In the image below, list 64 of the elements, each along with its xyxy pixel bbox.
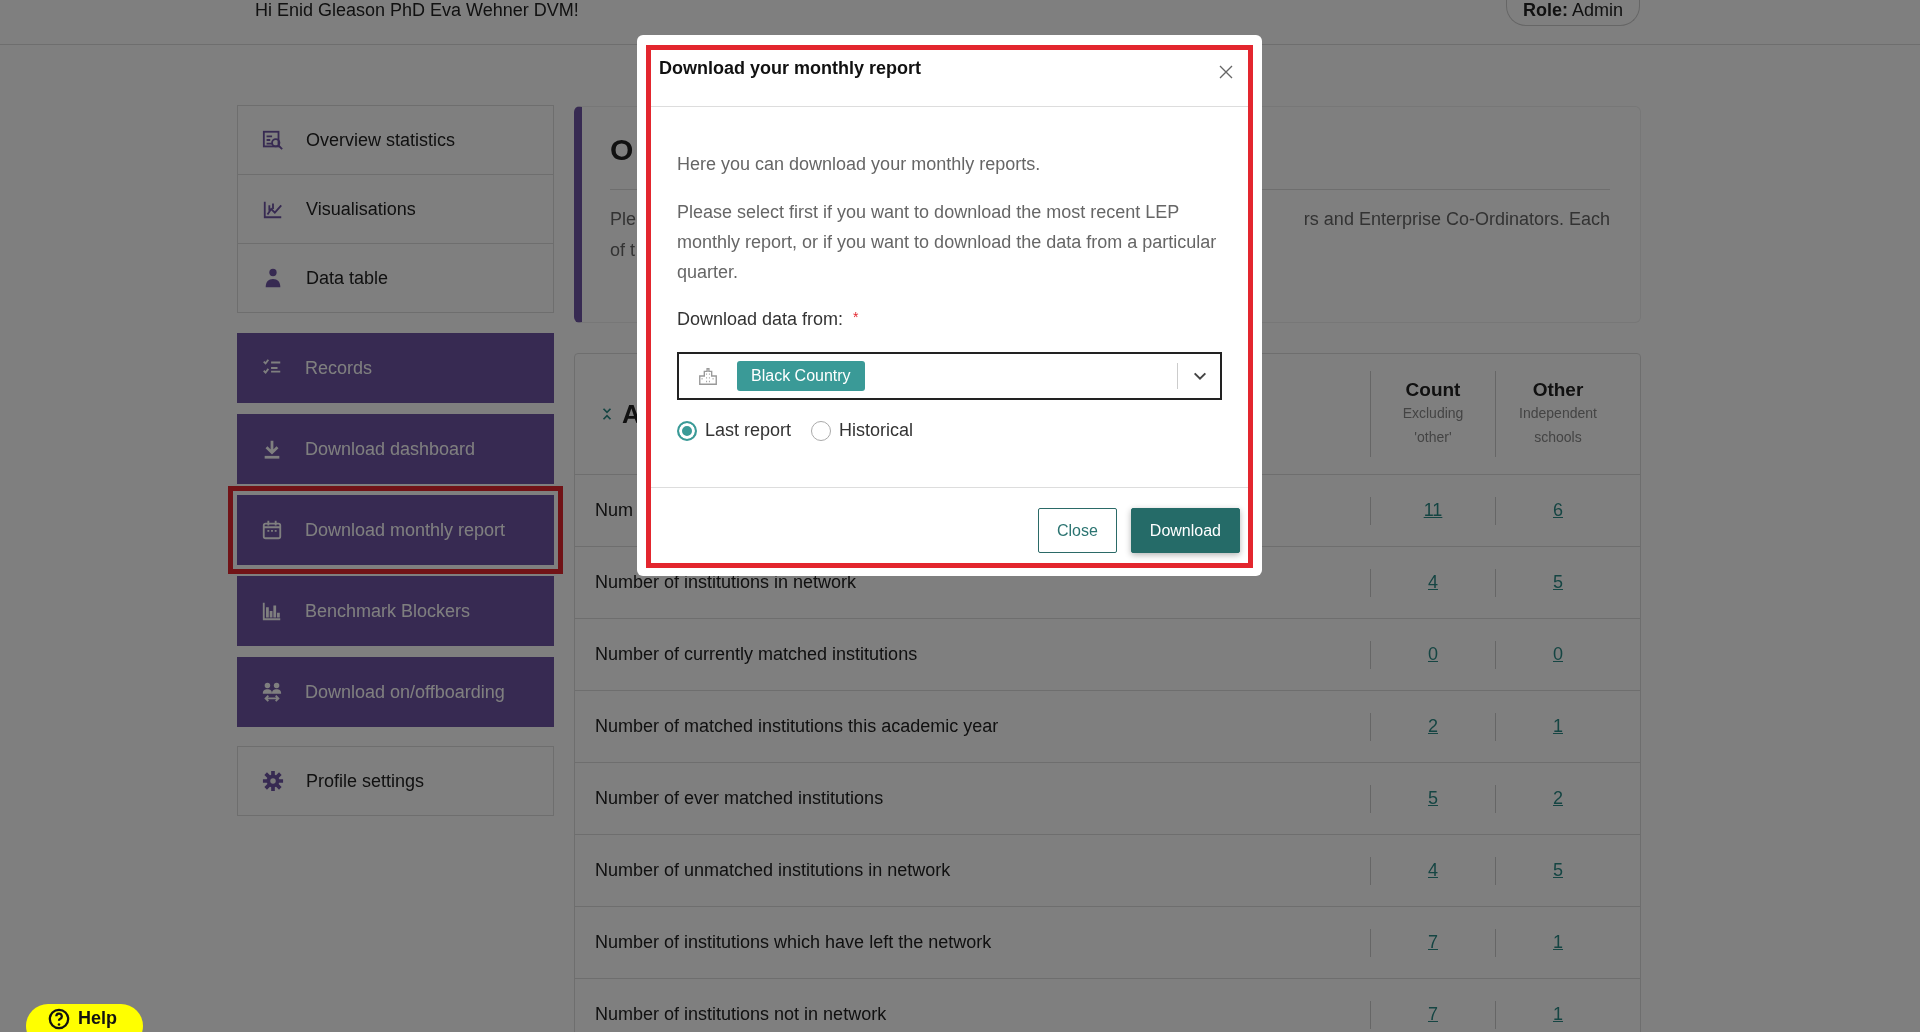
region-select[interactable]: Black Country [677,352,1222,400]
description-text: of t [610,239,636,262]
card-title: O [610,133,634,167]
count-link[interactable]: 1 [1553,932,1563,953]
bar-chart-icon [261,600,283,622]
radio-label: Last report [705,420,792,441]
description-text: Ple [610,208,636,231]
description-text: rs and Enterprise Co-Ordinators. Each [1303,208,1610,231]
magnifier-chart-icon [262,129,284,151]
column-header: Count [1405,379,1461,401]
intro-text: Here you can download your monthly reports. [677,153,1042,176]
count-link[interactable]: 0 [1428,644,1438,665]
building-icon [697,365,719,387]
column-subtitle: Excluding 'other' [1401,404,1465,447]
greeting-text: Hi Enid Gleason PhD Eva Wehner DVM! [255,0,579,21]
count-link[interactable]: 4 [1428,860,1438,881]
row-label: Number of ever matched institutions [595,788,884,809]
row-label: Number of unmatched institutions in network [595,860,951,881]
instruction-text: Please select first if you want to download the most recent LEP monthly report, or if you want to download the data from a particular quarter. [677,201,1218,284]
row-label: Number of institutions which have left the network [595,932,992,953]
modal-title: Download your monthly report [659,58,921,79]
close-button[interactable]: Close [1037,508,1117,553]
count-link[interactable]: 2 [1553,788,1563,809]
people-arrows-icon [261,681,283,703]
field-label: Download data from: [677,309,844,330]
help-icon [48,1008,70,1030]
count-link[interactable]: 7 [1428,932,1438,953]
count-link[interactable]: 2 [1428,716,1438,737]
radio-button[interactable] [811,420,832,441]
radio-label: Historical [839,420,914,441]
row-label: Number of currently matched institutions [595,644,918,665]
count-link[interactable]: 4 [1428,572,1438,593]
column-subtitle: Independent schools [1518,404,1598,447]
role-badge: Role: Admin [1505,0,1640,26]
radio-button[interactable] [677,420,697,441]
gear-icon [262,770,284,792]
count-link[interactable]: 1 [1553,716,1563,737]
row-label: Number of institutions not in network [595,1004,887,1025]
count-link[interactable]: 6 [1553,500,1563,521]
count-link[interactable]: 5 [1428,788,1438,809]
close-icon [1218,64,1234,80]
count-link[interactable]: 11 [1423,500,1443,521]
sidebar-item[interactable]: Visualisations [237,174,554,244]
sidebar-item[interactable]: Overview statistics [237,105,554,175]
sidebar-item[interactable]: Download monthly report [237,495,554,565]
download-button[interactable]: Download [1130,508,1240,553]
sidebar-item[interactable]: Records [237,333,554,403]
count-link[interactable]: 5 [1553,860,1563,881]
count-link[interactable]: 7 [1428,1004,1438,1025]
help-button[interactable]: Help [26,1004,143,1032]
count-link[interactable]: 5 [1553,572,1563,593]
calendar-icon [261,519,283,541]
column-header: Other [1532,379,1584,401]
row-label: Num [595,500,633,521]
sidebar-item[interactable]: Download on/offboarding [237,657,554,727]
sidebar-item[interactable]: Benchmark Blockers [237,576,554,646]
selected-tag: Black Country [737,361,865,391]
required-mark: * [853,309,859,327]
sidebar-item[interactable]: Profile settings [237,746,554,816]
count-link[interactable]: 1 [1553,1004,1563,1025]
row-label: Number of matched institutions this academic year [595,716,999,737]
sidebar-item[interactable]: Download dashboard [237,414,554,484]
sidebar-item[interactable]: Data table [237,243,554,313]
count-link[interactable]: 0 [1553,644,1563,665]
